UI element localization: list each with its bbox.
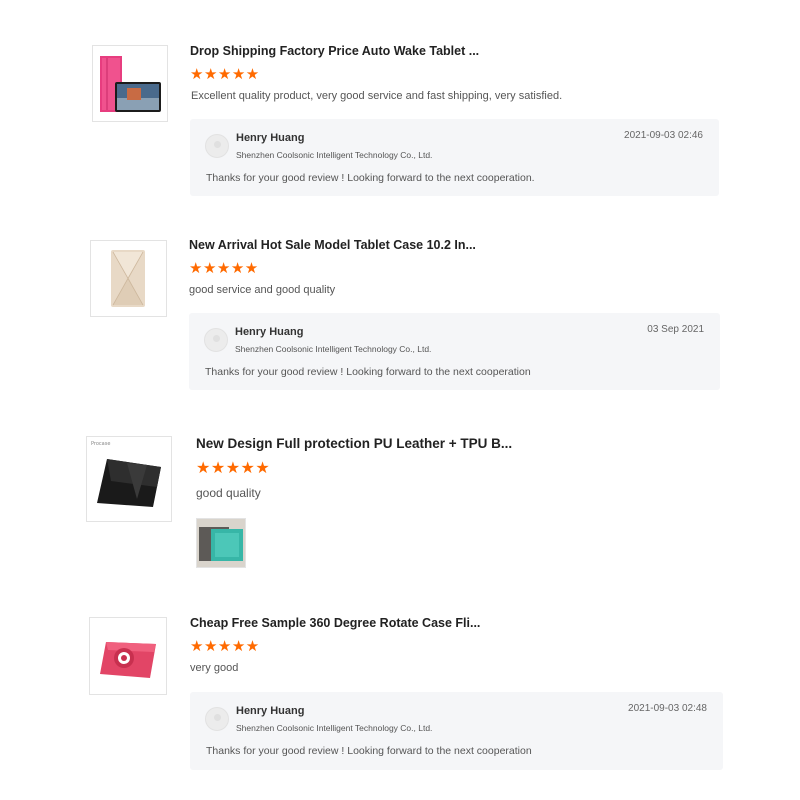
product-thumbnail[interactable] [89,617,167,695]
rating-stars: ★★★★★ [190,638,260,655]
review-item: Cheap Free Sample 360 Degree Rotate Case… [0,0,800,800]
reply-author-name: Henry Huang [236,705,305,717]
reply-company: Shenzhen Coolsonic Intelligent Technolog… [236,723,433,733]
review-comment: very good [190,662,239,674]
reply-date: 2021-09-03 02:48 [628,703,707,714]
tablet-case-image [90,618,166,694]
product-title[interactable]: Cheap Free Sample 360 Degree Rotate Case… [190,616,480,630]
seller-reply: Henry Huang Shenzhen Coolsonic Intellige… [190,692,723,770]
avatar [205,707,229,731]
reply-text: Thanks for your good review ! Looking fo… [206,745,532,757]
